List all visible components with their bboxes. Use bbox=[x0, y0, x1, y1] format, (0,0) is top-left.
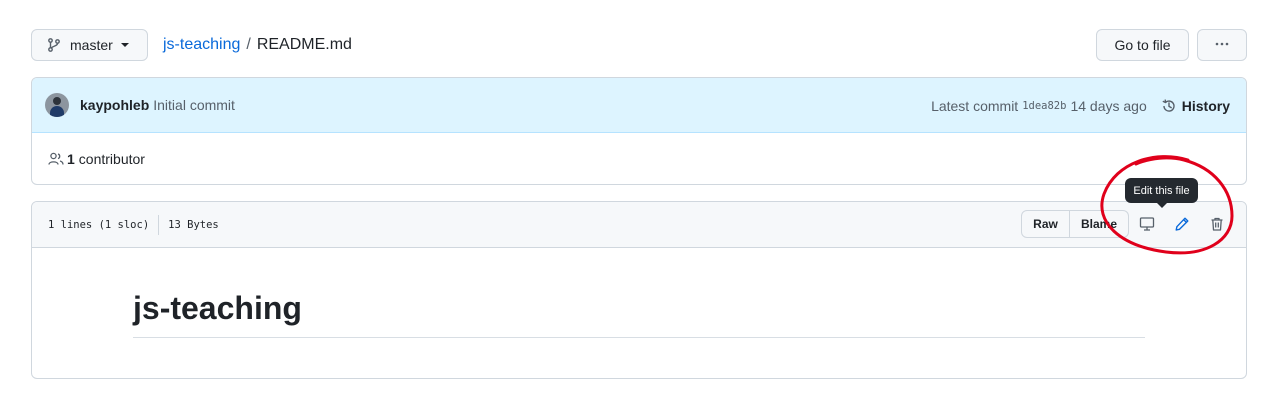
heading-underline bbox=[133, 337, 1145, 338]
branch-select-button[interactable]: master bbox=[31, 29, 148, 61]
more-options-button[interactable] bbox=[1197, 29, 1247, 61]
file-lines-info: 1 lines (1 sloc) bbox=[48, 218, 150, 231]
delete-file-button[interactable] bbox=[1208, 215, 1226, 233]
branch-name: master bbox=[70, 37, 113, 53]
avatar[interactable] bbox=[45, 93, 69, 117]
breadcrumb-repo-link[interactable]: js-teaching bbox=[163, 36, 240, 54]
breadcrumb: js-teaching / README.md bbox=[163, 36, 352, 54]
history-link[interactable]: History bbox=[1161, 98, 1230, 114]
trash-icon bbox=[1211, 217, 1223, 231]
desktop-button[interactable] bbox=[1138, 215, 1156, 233]
latest-commit-label: Latest commit bbox=[931, 97, 1019, 114]
commit-meta: Latest commit 1dea82b 14 days ago Histor… bbox=[931, 78, 1230, 133]
file-header: 1 lines (1 sloc) 13 Bytes Raw Blame bbox=[32, 202, 1246, 248]
contributor-count: 1 bbox=[67, 151, 75, 167]
history-label: History bbox=[1181, 97, 1230, 114]
commit-author-link[interactable]: kaypohleb bbox=[80, 97, 149, 113]
file-size: 13 Bytes bbox=[168, 218, 219, 231]
raw-button[interactable]: Raw bbox=[1021, 210, 1070, 238]
file-info-divider bbox=[158, 214, 160, 235]
caret-down-icon bbox=[120, 43, 129, 47]
commit-box: kaypohleb Initial commit Latest commit 1… bbox=[31, 77, 1247, 185]
kebab-horizontal-icon bbox=[1214, 36, 1230, 55]
commit-age: 14 days ago bbox=[1070, 97, 1147, 114]
breadcrumb-separator: / bbox=[246, 36, 251, 53]
go-to-file-button[interactable]: Go to file bbox=[1096, 29, 1189, 61]
git-branch-icon bbox=[46, 37, 62, 53]
edit-file-button[interactable] bbox=[1173, 215, 1191, 233]
breadcrumb-file-name: README.md bbox=[256, 36, 352, 53]
file-box: 1 lines (1 sloc) 13 Bytes Raw Blame js-t… bbox=[31, 201, 1247, 379]
contributors-row[interactable]: 1 contributor bbox=[32, 133, 1246, 184]
raw-blame-group: Raw Blame bbox=[1021, 210, 1129, 238]
blame-button[interactable]: Blame bbox=[1070, 210, 1129, 238]
latest-commit-bar: kaypohleb Initial commit Latest commit 1… bbox=[32, 78, 1246, 133]
contributor-label: contributor bbox=[78, 151, 145, 167]
pencil-icon bbox=[1175, 217, 1189, 231]
commit-message-link[interactable]: Initial commit bbox=[153, 97, 235, 113]
device-desktop-icon bbox=[1139, 217, 1155, 231]
readme-heading: js-teaching bbox=[133, 290, 302, 326]
edit-file-tooltip: Edit this file bbox=[1125, 178, 1198, 208]
commit-sha-link[interactable]: 1dea82b bbox=[1022, 100, 1066, 112]
history-icon bbox=[1162, 99, 1175, 112]
people-icon bbox=[48, 152, 64, 165]
